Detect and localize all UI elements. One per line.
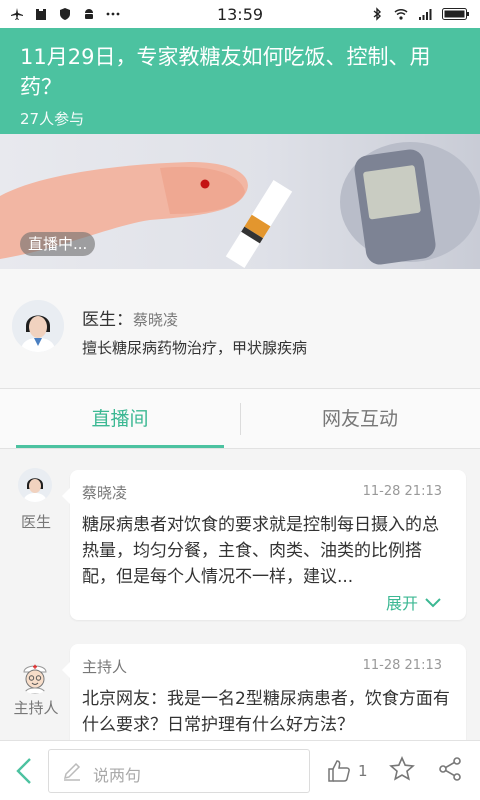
battery-icon [442, 8, 469, 20]
message-header: 主持人 11-28 21:13 [82, 656, 442, 678]
status-left [10, 7, 180, 21]
pencil-icon [63, 762, 81, 781]
tab-bar: 直播间 网友互动 [0, 389, 480, 449]
chevron-down-icon [425, 598, 441, 608]
star-icon[interactable] [388, 755, 416, 783]
comment-input[interactable]: 说两句 [48, 749, 310, 793]
doctor-title: 医生：蔡晓凌 [82, 305, 178, 330]
more-icon [106, 12, 120, 16]
participant-count: 27人参与 [20, 110, 85, 128]
doctor-avatar-small-image [18, 468, 52, 502]
share-icon[interactable] [436, 755, 464, 783]
airplane-icon [11, 8, 23, 20]
status-bar: 13:59 [0, 0, 480, 28]
message-author: 蔡晓凌 [82, 484, 128, 502]
expand-label: 展开 [385, 594, 418, 613]
message-role: 主持人 [13, 699, 59, 717]
back-button[interactable] [10, 755, 38, 787]
doctor-label: 医生： [82, 310, 133, 330]
doctor-name: 蔡晓凌 [133, 311, 179, 329]
message-bubble: 主持人 11-28 21:13 北京网友：我是一名2型糖尿病患者，饮食方面有什么… [62, 644, 466, 740]
doctor-avatar-small [18, 468, 52, 502]
doctor-card[interactable]: 医生：蔡晓凌 擅长糖尿病药物治疗，甲状腺疾病 [0, 269, 480, 389]
message-time: 11-28 21:13 [362, 658, 442, 673]
like-button[interactable]: 1 [326, 755, 368, 787]
doctor-specialty: 擅长糖尿病药物治疗，甲状腺疾病 [82, 339, 308, 357]
message-bubble: 蔡晓凌 11-28 21:13 糖尿病患者对饮食的要求就是控制每日摄入的总热量，… [62, 470, 466, 620]
thumbs-up-icon [328, 760, 350, 782]
message-time: 11-28 21:13 [362, 484, 442, 499]
list-item: 主持人 主持人 11-28 21:13 北京网友：我是一名2型糖尿病患者，饮食方… [0, 642, 480, 740]
doctor-avatar [12, 300, 64, 352]
host-avatar-image [18, 660, 52, 694]
live-status-badge: 直播中... [20, 232, 96, 256]
doctor-avatar-image [12, 300, 64, 352]
bluetooth-icon [373, 7, 382, 21]
message-text: 糖尿病患者对饮食的要求就是控制每日摄入的总热量，均匀分餐，主食、肉类、油类的比例… [82, 515, 439, 587]
status-time: 13:59 [216, 4, 264, 24]
active-tab-indicator [16, 445, 224, 448]
tab-netizen-interaction[interactable]: 网友互动 [240, 389, 480, 449]
signal-icon [419, 9, 432, 20]
shield-icon [60, 8, 70, 20]
bottom-action-bar: 说两句 1 [0, 740, 480, 800]
message-feed[interactable]: 医生 蔡晓凌 11-28 21:13 糖尿病患者对饮食的要求就是控制每日摄入的总… [0, 450, 480, 740]
topic-title: 11月29日，专家教糖友如何吃饭、控制、用药？ [20, 45, 431, 99]
clipboard-icon [36, 8, 46, 20]
message-author: 主持人 [82, 658, 128, 676]
like-count: 1 [358, 762, 368, 780]
message-header: 蔡晓凌 11-28 21:13 [82, 482, 442, 504]
list-item: 医生 蔡晓凌 11-28 21:13 糖尿病患者对饮食的要求就是控制每日摄入的总… [0, 450, 480, 630]
tab-live-room[interactable]: 直播间 [0, 389, 240, 449]
host-avatar [18, 660, 52, 694]
message-text: 北京网友：我是一名2型糖尿病患者，饮食方面有什么要求？日常护理有什么好方法？ [82, 689, 450, 735]
android-icon [85, 9, 93, 19]
wifi-icon [394, 9, 408, 20]
comment-placeholder: 说两句 [93, 766, 142, 785]
status-right [300, 7, 470, 21]
message-role: 医生 [20, 513, 51, 531]
topic-header: 11月29日，专家教糖友如何吃饭、控制、用药？ 27人参与 [0, 28, 480, 134]
expand-button[interactable]: 展开 [386, 590, 442, 614]
